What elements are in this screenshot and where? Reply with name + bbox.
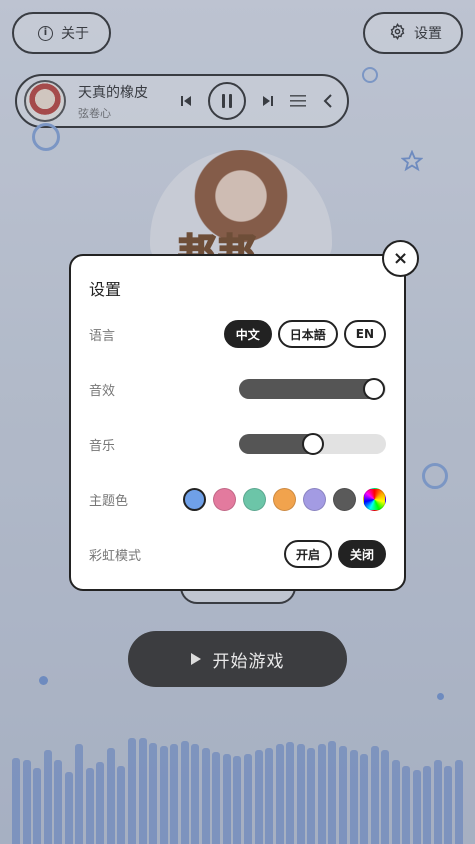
settings-modal: 设置 语言 中文 日本語 EN 音效 音乐 主题色 彩虹模式 开启 关闭 [69, 254, 406, 591]
theme-color-swatch[interactable] [213, 487, 236, 511]
rainbow-mode-row: 彩虹模式 开启 关闭 [89, 539, 386, 569]
language-option-ja[interactable]: 日本語 [277, 320, 338, 348]
language-label: 语言 [89, 328, 116, 344]
theme-color-row: 主题色 [89, 484, 386, 514]
sound-effects-slider[interactable] [239, 378, 386, 400]
theme-color-swatch[interactable] [303, 487, 326, 511]
theme-color-swatch[interactable] [183, 487, 206, 511]
rainbow-mode-off-button[interactable]: 关闭 [337, 540, 386, 568]
play-icon [190, 653, 201, 665]
modal-title: 设置 [89, 280, 122, 299]
theme-color-label: 主题色 [89, 493, 129, 509]
rainbow-mode-on-button[interactable]: 开启 [283, 540, 332, 568]
sound-effects-row: 音效 [89, 374, 386, 404]
theme-color-swatch[interactable] [273, 487, 296, 511]
music-slider-thumb[interactable] [301, 433, 324, 455]
theme-color-swatch[interactable] [333, 487, 356, 511]
theme-color-swatch[interactable] [243, 487, 266, 511]
sound-effects-label: 音效 [89, 383, 116, 399]
language-option-en[interactable]: EN [343, 320, 386, 348]
start-game-label: 开始游戏 [212, 651, 285, 672]
rainbow-mode-label: 彩虹模式 [89, 548, 142, 564]
music-row: 音乐 [89, 429, 386, 459]
language-row: 语言 中文 日本語 EN [89, 319, 386, 349]
sound-effects-slider-thumb[interactable] [363, 378, 386, 400]
theme-color-swatch[interactable] [363, 487, 386, 511]
music-label: 音乐 [89, 438, 116, 454]
close-icon[interactable]: × [382, 240, 419, 277]
language-option-zh[interactable]: 中文 [223, 320, 272, 348]
music-slider[interactable] [239, 433, 386, 455]
start-game-button[interactable]: 开始游戏 [128, 631, 347, 687]
